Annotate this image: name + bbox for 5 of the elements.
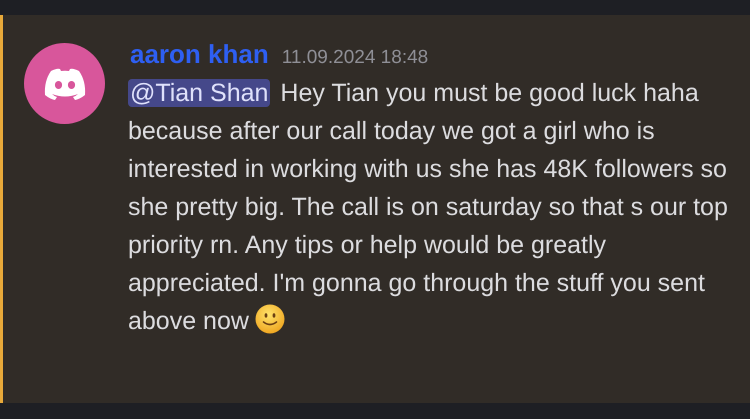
timestamp: 11.09.2024 18:48 <box>282 47 428 69</box>
game-controller-icon <box>42 66 86 100</box>
mention-link[interactable]: @Tian Shan <box>128 79 270 107</box>
smiley-icon <box>254 304 285 334</box>
message-text: @Tian Shan Hey Tian you must be good luck haha because after our call today we got a girl who is interested in working with us she has 48K followers so she pretty big. The call is on saturday so that s our top priority rn. Any tips or help would be greatly appreciated. I'm gonna go through the stuff you sent above now <box>128 78 728 337</box>
